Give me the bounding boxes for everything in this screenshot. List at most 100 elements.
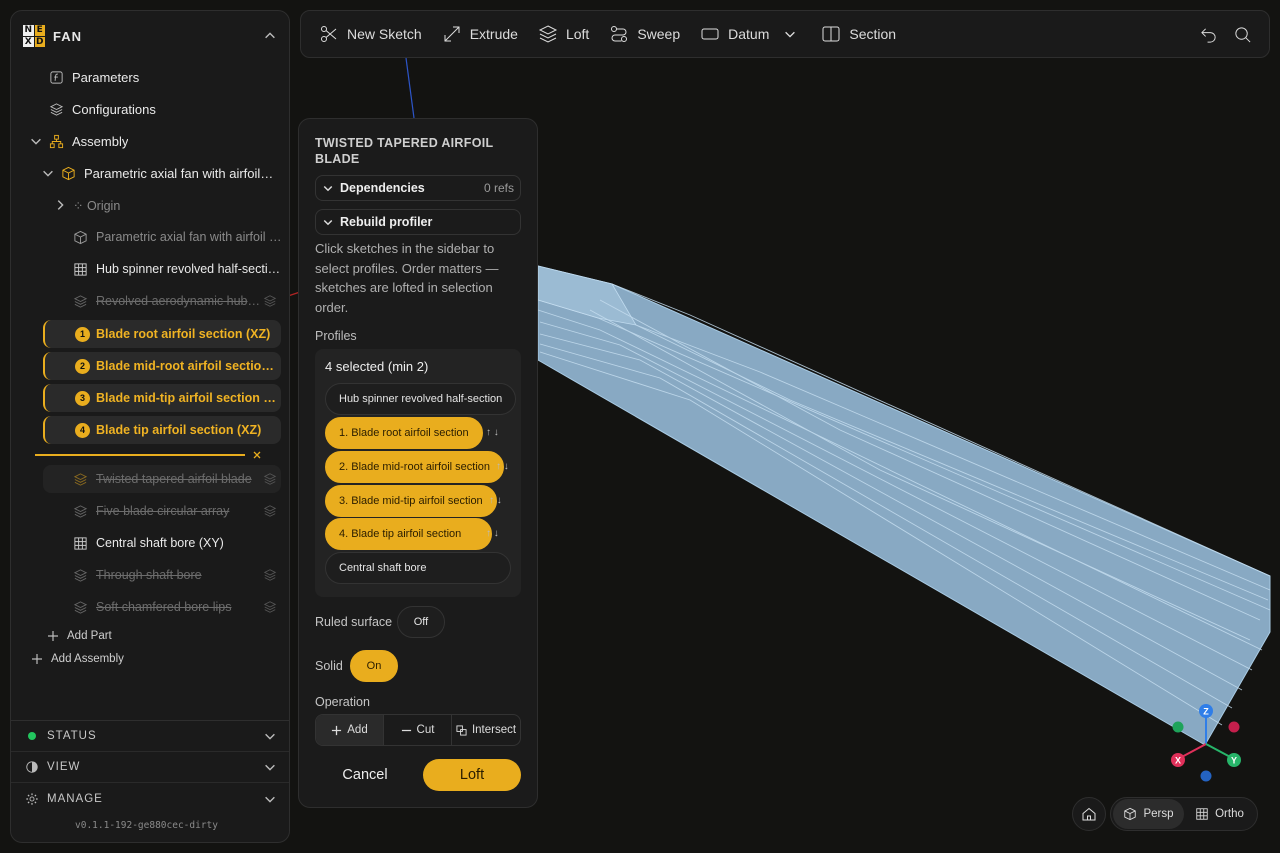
reorder-arrows[interactable]: ↑ ↓: [496, 461, 509, 472]
sidebar-item-chamfer[interactable]: Soft chamfered bore lips: [11, 593, 289, 621]
chevron-down-icon[interactable]: [783, 27, 797, 41]
cube-icon: [73, 230, 88, 245]
function-icon: [49, 70, 64, 85]
rebuild-profiler-toggle[interactable]: Rebuild profiler: [315, 209, 521, 235]
layers-icon[interactable]: [263, 472, 277, 486]
profile-chip-selected[interactable]: 2. Blade mid-root airfoil section: [325, 451, 505, 483]
chevron-down-icon[interactable]: [29, 134, 43, 148]
projection-toggle: Persp Ortho: [1110, 797, 1258, 831]
chevron-down-icon[interactable]: [263, 760, 277, 774]
plus-icon: [48, 631, 58, 641]
sidebar-header: N E X D FAN: [11, 11, 289, 61]
profile-chip-selected[interactable]: 1. Blade root airfoil section: [325, 417, 483, 449]
chevron-right-icon[interactable]: [53, 198, 67, 212]
add-assembly-button[interactable]: Add Assembly: [11, 645, 289, 673]
expand-icon: [444, 26, 460, 42]
cube-icon: [1124, 807, 1137, 821]
contrast-icon: [26, 761, 38, 773]
sidebar-item-part-fan[interactable]: Parametric axial fan with airfoil …: [11, 159, 289, 187]
chevron-down-icon[interactable]: [263, 729, 277, 743]
sidebar-item-parameters[interactable]: Parameters: [11, 63, 289, 91]
sidebar-item-through-bore[interactable]: Through shaft bore: [11, 561, 289, 589]
sidebar-item-sketch-bore[interactable]: Central shaft bore (XY): [11, 529, 289, 557]
home-view-button[interactable]: [1072, 797, 1106, 831]
loft-confirm-button[interactable]: Loft: [423, 759, 521, 791]
cancel-button[interactable]: Cancel: [315, 759, 415, 791]
sweep-button[interactable]: Sweep: [601, 17, 688, 51]
layers-icon[interactable]: [263, 294, 277, 308]
sidebar-item-sketch-2[interactable]: 2 Blade mid-root airfoil section…: [43, 352, 281, 380]
app-title: FAN: [53, 28, 82, 44]
reorder-arrows[interactable]: ↑ ↓: [489, 495, 502, 506]
sidebar-item-loft-blade[interactable]: Twisted tapered airfoil blade: [11, 465, 289, 493]
rectangle-icon: [701, 28, 719, 40]
order-badge: 4: [75, 422, 90, 438]
reorder-arrows[interactable]: ↑ ↓: [486, 528, 499, 539]
undo-button[interactable]: [1191, 17, 1225, 51]
reorder-arrows[interactable]: ↑ ↓: [486, 427, 499, 438]
hierarchy-icon: [49, 134, 64, 149]
profile-chip[interactable]: Central shaft bore: [325, 552, 511, 584]
orthographic-button[interactable]: Ortho: [1184, 799, 1255, 829]
section-button[interactable]: Section: [813, 17, 904, 51]
sidebar-item-body[interactable]: Parametric axial fan with airfoil …: [11, 223, 289, 251]
selected-count: 4 selected (min 2): [325, 359, 429, 374]
operation-cut[interactable]: Cut: [384, 715, 452, 745]
sidebar-item-sketch-hub[interactable]: Hub spinner revolved half-sectio…: [11, 255, 289, 283]
operation-add[interactable]: Add: [316, 715, 384, 745]
close-icon[interactable]: [252, 450, 262, 460]
loft-button[interactable]: Loft: [530, 17, 597, 51]
layers-icon[interactable]: [263, 568, 277, 582]
toolbar: New Sketch Extrude Loft Sweep Datum Sect…: [300, 10, 1270, 58]
sidebar-item-sketch-3[interactable]: 3 Blade mid-tip airfoil section (…: [43, 384, 281, 412]
view-section[interactable]: VIEW: [11, 752, 289, 783]
plus-icon: [332, 725, 342, 735]
layers-icon: [73, 472, 88, 487]
panel-title: TWISTED TAPERED AIRFOIL BLADE: [315, 136, 494, 166]
sidebar-item-sketch-1[interactable]: 1 Blade root airfoil section (XZ): [43, 320, 281, 348]
sidebar-item-array[interactable]: Five blade circular array: [11, 497, 289, 525]
layers-icon[interactable]: [263, 600, 277, 614]
neg-z-handle: [1200, 770, 1212, 782]
operation-selector: Add Cut Intersect: [315, 714, 521, 746]
search-button[interactable]: [1225, 17, 1259, 51]
sidebar-item-sketch-4[interactable]: 4 Blade tip airfoil section (XZ): [43, 416, 281, 444]
sidebar-item-configurations[interactable]: Configurations: [11, 95, 289, 123]
home-icon: [1082, 807, 1096, 821]
order-badge: 3: [75, 390, 90, 406]
chevron-down-icon[interactable]: [41, 166, 55, 180]
dependencies-toggle[interactable]: Dependencies 0 refs: [315, 175, 521, 201]
layers-icon[interactable]: [263, 504, 277, 518]
scissors-icon: [321, 26, 337, 42]
sidebar-item-origin[interactable]: ⁘ Origin: [11, 191, 289, 219]
profile-chip[interactable]: Hub spinner revolved half-section: [325, 383, 517, 415]
order-badge: 1: [75, 326, 90, 342]
status-section[interactable]: STATUS: [11, 721, 289, 752]
z-axis-label: Z: [1203, 707, 1209, 717]
profile-chip-selected[interactable]: 3. Blade mid-tip airfoil section: [325, 485, 497, 517]
operation-label: Operation: [315, 695, 370, 709]
chevron-down-icon: [323, 219, 333, 226]
grid-icon: [1196, 808, 1208, 820]
chevron-down-icon[interactable]: [263, 792, 277, 806]
datum-button[interactable]: Datum: [692, 17, 805, 51]
profiles-list: 4 selected (min 2) Hub spinner revolved …: [315, 349, 521, 597]
sidebar-item-feature-hub[interactable]: Revolved aerodynamic hub-…: [11, 287, 289, 315]
layers-icon: [73, 504, 88, 519]
profile-chip-selected[interactable]: 4. Blade tip airfoil section: [325, 518, 492, 550]
ruled-surface-toggle[interactable]: Off: [397, 606, 445, 638]
new-sketch-button[interactable]: New Sketch: [311, 17, 430, 51]
chevron-down-icon: [323, 185, 333, 192]
layers-icon: [73, 294, 88, 309]
grid-sketch-icon: [73, 536, 88, 551]
sidebar-item-assembly[interactable]: Assembly: [11, 127, 289, 155]
sidebar-footer: STATUS VIEW MANAGE v0.1.1-192-ge880cec-d…: [11, 720, 289, 842]
solid-toggle[interactable]: On: [350, 650, 398, 682]
operation-intersect[interactable]: Intersect: [452, 715, 520, 745]
perspective-button[interactable]: Persp: [1113, 799, 1184, 829]
extrude-button[interactable]: Extrude: [434, 17, 526, 51]
chevron-up-icon[interactable]: [263, 29, 277, 43]
axis-gizmo[interactable]: Z X Y: [1160, 700, 1260, 790]
manage-section[interactable]: MANAGE: [11, 783, 289, 814]
loft-panel: TWISTED TAPERED AIRFOIL BLADE Dependenci…: [298, 118, 538, 808]
